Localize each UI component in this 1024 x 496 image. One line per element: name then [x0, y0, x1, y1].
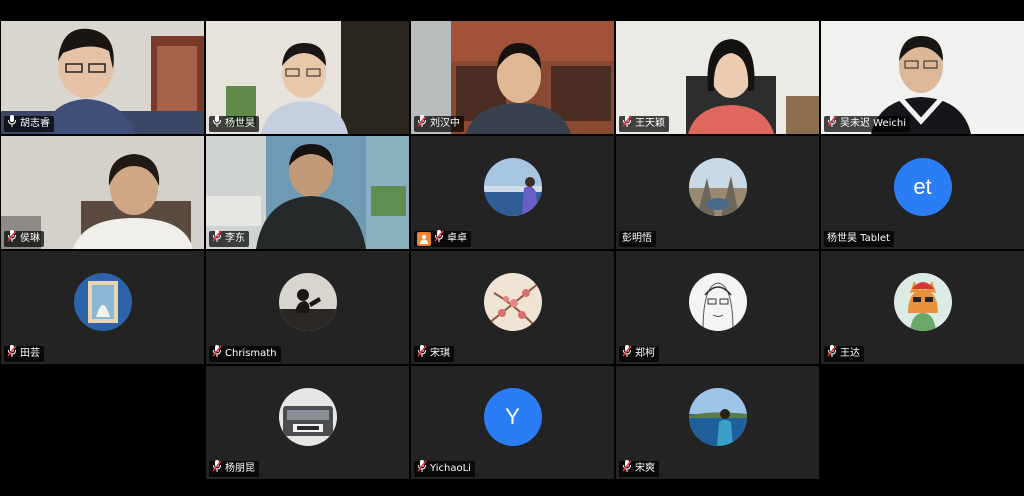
participant-tile[interactable]: 宋爽	[616, 366, 819, 479]
participant-tile[interactable]: 田芸	[1, 251, 204, 364]
participant-tile[interactable]: 宋琪	[411, 251, 614, 364]
microphone-icon	[212, 115, 222, 133]
participant-name: 侯琳	[20, 233, 40, 244]
participant-name: 杨世昊 Tablet	[827, 233, 890, 244]
participant-name: 李东	[225, 233, 245, 244]
participant-name: 卓卓	[447, 233, 467, 244]
participant-nametag: 郑柯	[619, 345, 659, 363]
participant-name: 田芸	[20, 348, 40, 359]
muted-microphone-icon	[417, 460, 427, 478]
participant-name: 宋爽	[635, 463, 655, 474]
profile-avatar	[278, 272, 337, 331]
participant-name: 王达	[840, 348, 860, 359]
initials-avatar: et	[893, 157, 952, 216]
muted-microphone-icon	[212, 460, 222, 478]
muted-microphone-icon	[7, 345, 17, 363]
participant-nametag: YichaoLi	[414, 460, 475, 478]
video-tile[interactable]: 胡志睿	[1, 21, 204, 134]
participant-nametag: 刘汉中	[414, 115, 464, 133]
participant-nametag: 卓卓	[414, 230, 471, 248]
participant-tile[interactable]: 郑柯	[616, 251, 819, 364]
profile-avatar	[688, 272, 747, 331]
participant-tile[interactable]: et 杨世昊 Tablet	[821, 136, 1024, 249]
participant-name: 王天颖	[635, 118, 665, 129]
profile-avatar	[278, 387, 337, 446]
profile-avatar	[688, 157, 747, 216]
muted-microphone-icon	[212, 345, 222, 363]
participant-name: 宋琪	[430, 348, 450, 359]
participant-tile[interactable]: 卓卓	[411, 136, 614, 249]
avatar-initials: et	[913, 173, 932, 199]
video-tile[interactable]: 吴未迟 Weichi	[821, 21, 1024, 134]
participant-name: 彭明悟	[622, 233, 652, 244]
participant-tile[interactable]: 彭明悟	[616, 136, 819, 249]
profile-avatar	[483, 272, 542, 331]
participant-nametag: 宋琪	[414, 345, 454, 363]
participant-name: 杨朋昆	[225, 463, 255, 474]
muted-microphone-icon	[7, 230, 17, 248]
video-tile[interactable]: 王天颖	[616, 21, 819, 134]
participant-tile[interactable]: Chrismath	[206, 251, 409, 364]
participant-name: Chrismath	[225, 348, 277, 359]
person-icon	[417, 232, 431, 246]
participant-tile[interactable]: Y YichaoLi	[411, 366, 614, 479]
participant-nametag: 王达	[824, 345, 864, 363]
participant-nametag: 宋爽	[619, 460, 659, 478]
profile-avatar	[73, 272, 132, 331]
muted-microphone-icon	[212, 230, 222, 248]
video-tile[interactable]: 刘汉中	[411, 21, 614, 134]
muted-microphone-icon	[417, 345, 427, 363]
participant-name: 杨世昊	[225, 118, 255, 129]
participant-nametag: 彭明悟	[619, 231, 656, 247]
microphone-icon	[7, 115, 17, 133]
video-tile[interactable]: 李东	[206, 136, 409, 249]
participant-tile[interactable]: 王达	[821, 251, 1024, 364]
muted-microphone-icon	[622, 115, 632, 133]
participant-nametag: 田芸	[4, 345, 44, 363]
participant-name: 胡志睿	[20, 118, 50, 129]
profile-avatar	[893, 272, 952, 331]
participant-nametag: 侯琳	[4, 230, 44, 248]
avatar-initials: Y	[505, 403, 520, 429]
participant-nametag: 杨朋昆	[209, 460, 259, 478]
muted-microphone-icon	[622, 460, 632, 478]
participant-nametag: 王天颖	[619, 115, 669, 133]
participant-name: 吴未迟 Weichi	[840, 118, 907, 129]
participant-name: 郑柯	[635, 348, 655, 359]
video-tile[interactable]: 杨世昊	[206, 21, 409, 134]
muted-microphone-icon	[434, 230, 444, 248]
muted-microphone-icon	[827, 345, 837, 363]
profile-avatar	[688, 387, 747, 446]
participant-name: YichaoLi	[430, 463, 471, 474]
participant-nametag: 杨世昊 Tablet	[824, 231, 894, 247]
muted-microphone-icon	[827, 115, 837, 133]
participant-nametag: 杨世昊	[209, 115, 259, 133]
participant-name: 刘汉中	[430, 118, 460, 129]
muted-microphone-icon	[622, 345, 632, 363]
video-tile[interactable]: 侯琳	[1, 136, 204, 249]
participant-tile[interactable]: 杨朋昆	[206, 366, 409, 479]
muted-microphone-icon	[417, 115, 427, 133]
initials-avatar: Y	[483, 387, 542, 446]
participant-nametag: 李东	[209, 230, 249, 248]
participant-nametag: 吴未迟 Weichi	[824, 115, 911, 133]
participant-nametag: Chrismath	[209, 345, 281, 363]
participant-nametag: 胡志睿	[4, 115, 54, 133]
profile-avatar	[483, 157, 542, 216]
